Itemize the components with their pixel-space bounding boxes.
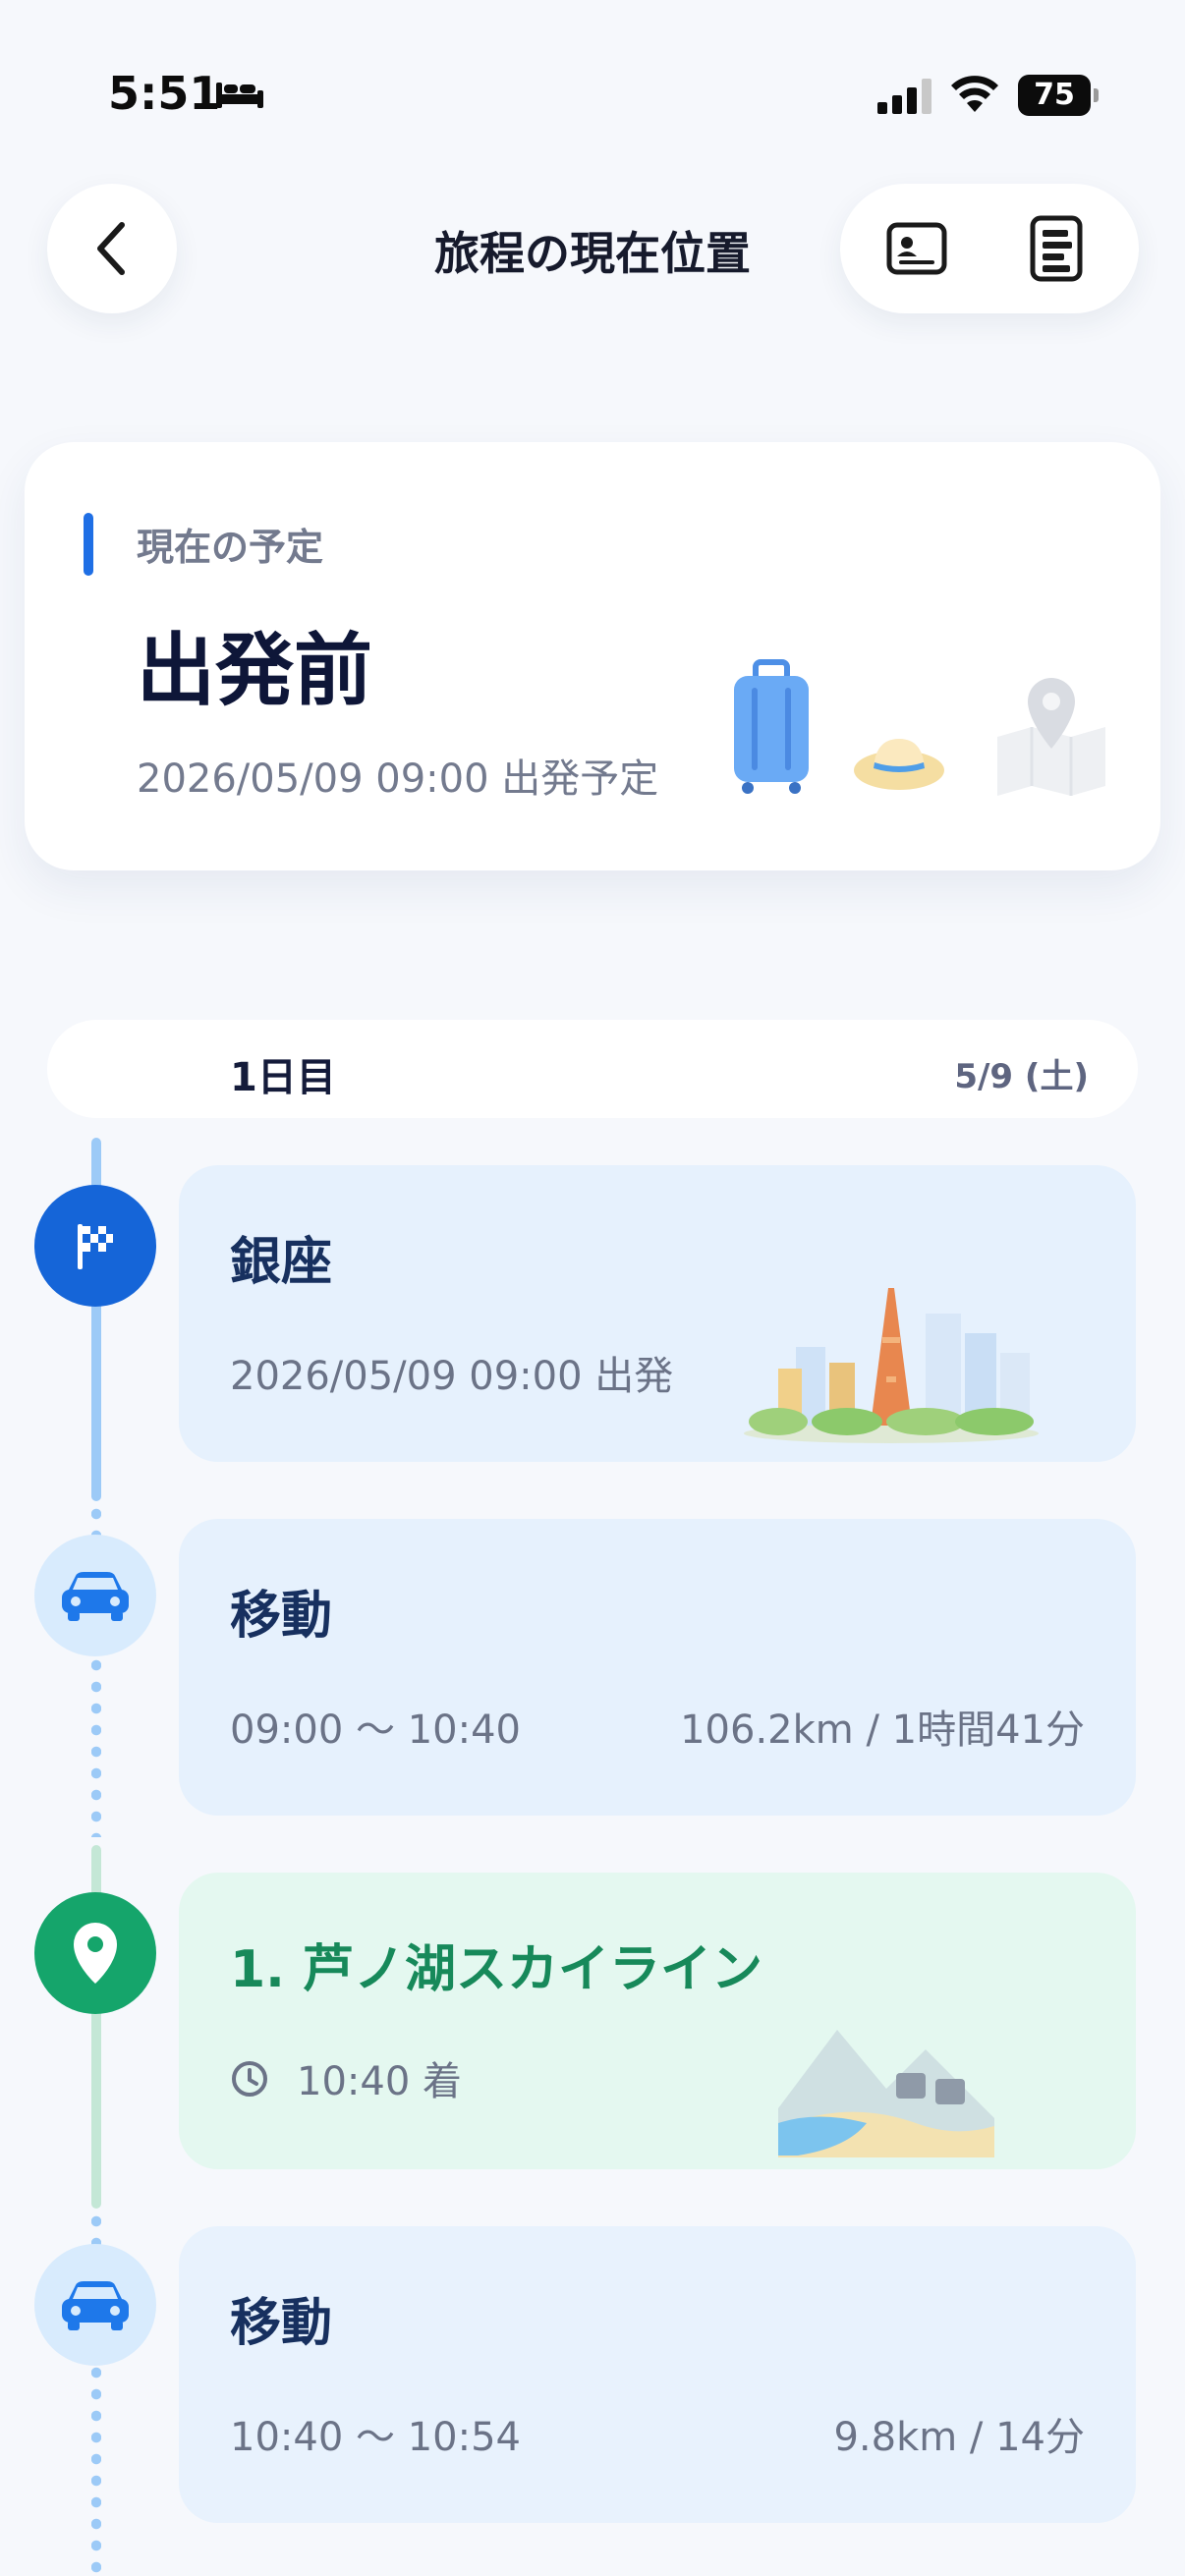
wifi-icon	[951, 76, 998, 112]
move-title: 移動	[230, 2294, 333, 2353]
id-card-button[interactable]	[877, 209, 956, 288]
page-title: 旅程の現在位置	[434, 227, 751, 280]
header-actions	[840, 184, 1139, 313]
move-distance-duration: 9.8km / 14分	[833, 2415, 1085, 2460]
start-location: 銀座	[230, 1233, 333, 1292]
car-icon	[62, 1572, 129, 1621]
spot-name: 1. 芦ノ湖スカイライン	[230, 1940, 763, 1999]
battery-cap	[1094, 88, 1099, 102]
current-label: 現在の予定	[137, 526, 324, 569]
timeline-card-move[interactable]: 移動 10:40 〜 10:54 9.8km / 14分	[179, 2226, 1136, 2523]
status-time: 5:51	[108, 67, 221, 120]
sun-hat-icon	[854, 739, 944, 790]
cellular-signal-icon	[877, 79, 931, 114]
timeline-node-move	[34, 1535, 156, 1656]
move-distance-duration: 106.2km / 1時間41分	[680, 1708, 1085, 1753]
id-card-icon	[886, 222, 947, 275]
battery-indicator: 75	[1018, 75, 1099, 116]
departure-time: 2026/05/09 09:00 出発予定	[137, 756, 659, 802]
timeline-node-move	[34, 2244, 156, 2366]
chevron-left-icon	[97, 222, 125, 275]
car-icon	[62, 2281, 129, 2330]
battery-level: 75	[1018, 75, 1091, 116]
timeline-card-spot[interactable]: 1. 芦ノ湖スカイライン 10:40 着	[179, 1873, 1136, 2169]
spot-arrival-time: 10:40 着	[297, 2059, 462, 2104]
sleep-bed-icon	[216, 83, 263, 108]
start-time: 2026/05/09 09:00 出発	[230, 1354, 674, 1399]
current-status: 出発前	[137, 625, 372, 716]
back-button[interactable]	[47, 184, 177, 313]
location-pin-icon	[74, 1923, 117, 1984]
move-time-range: 10:40 〜 10:54	[230, 2415, 521, 2460]
day-date: 5/9 (土)	[954, 1057, 1089, 1096]
clock-icon	[232, 2061, 267, 2097]
lake-landscape-illustration	[778, 2030, 994, 2157]
suitcase-icon	[734, 659, 809, 794]
move-time-range: 09:00 〜 10:40	[230, 1708, 521, 1753]
timeline-node-start	[34, 1185, 156, 1307]
city-skyline-illustration	[744, 1288, 1039, 1443]
day-label: 1日目	[230, 1055, 336, 1100]
document-list-icon	[1030, 215, 1083, 282]
status-bar: 5:51 75	[0, 0, 1185, 187]
flag-icon	[78, 1224, 113, 1269]
current-status-card: 現在の予定 出発前 2026/05/09 09:00 出発予定	[25, 442, 1160, 870]
timeline-node-spot	[34, 1892, 156, 2014]
accent-bar	[84, 513, 93, 576]
day-header[interactable]: 1日目 5/9 (土)	[47, 1020, 1138, 1118]
timeline-card-move[interactable]: 移動 09:00 〜 10:40 106.2km / 1時間41分	[179, 1519, 1136, 1816]
map-pin-illustration	[997, 678, 1105, 796]
timeline-card-start[interactable]: 銀座 2026/05/09 09:00 出発	[179, 1165, 1136, 1462]
move-title: 移動	[230, 1587, 333, 1646]
document-list-button[interactable]	[1017, 209, 1096, 288]
